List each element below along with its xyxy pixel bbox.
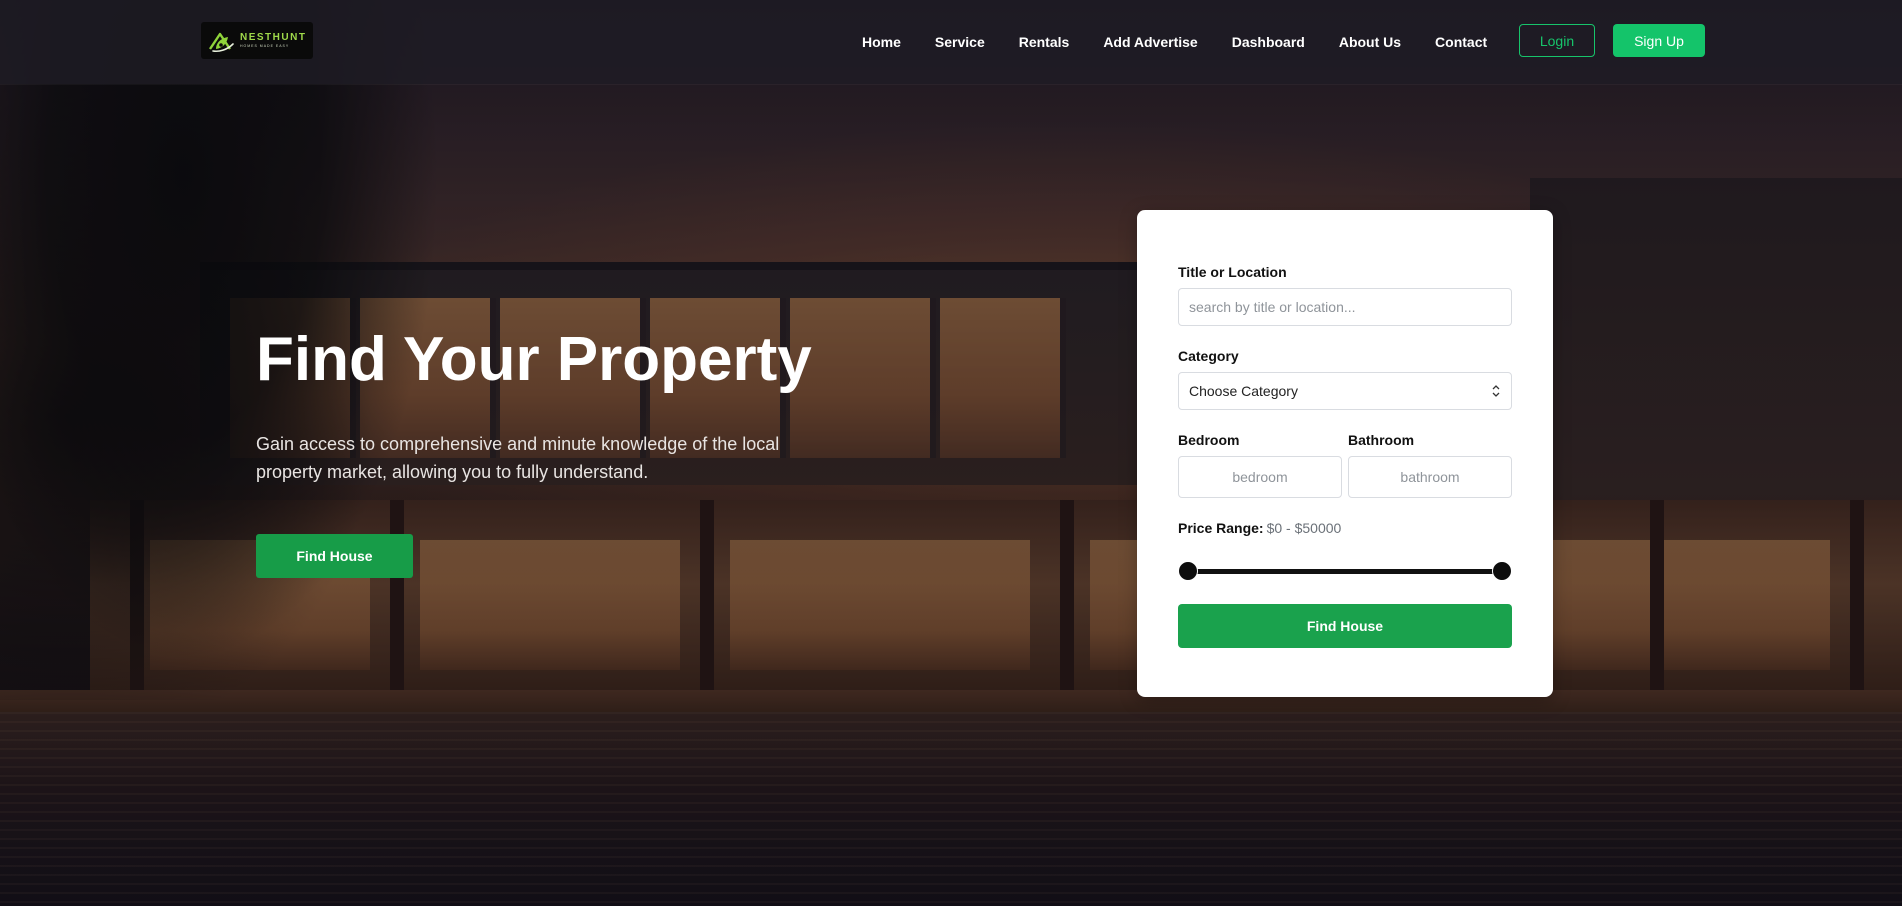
login-button[interactable]: Login [1519, 24, 1595, 57]
price-range-value: $0 - $50000 [1266, 520, 1342, 536]
bedroom-input[interactable] [1178, 456, 1342, 498]
bathroom-label: Bathroom [1348, 432, 1415, 448]
bedroom-label: Bedroom [1178, 432, 1240, 448]
hero-title: Find Your Property [256, 325, 812, 394]
nav-about-us[interactable]: About Us [1339, 34, 1401, 50]
main-nav: Home Service Rentals Add Advertise Dashb… [845, 0, 1504, 84]
price-range-slider[interactable] [1178, 560, 1512, 582]
signup-button[interactable]: Sign Up [1613, 24, 1705, 57]
price-range-row: Price Range: $0 - $50000 [1178, 520, 1341, 536]
nav-service[interactable]: Service [935, 34, 985, 50]
hero-description: Gain access to comprehensive and minute … [256, 434, 780, 482]
chevron-up-down-icon [1492, 385, 1500, 397]
price-range-label: Price Range: [1178, 520, 1264, 536]
category-selected-value: Choose Category [1189, 383, 1298, 399]
bathroom-input[interactable] [1348, 456, 1512, 498]
logo-tagline: HOMES MADE EASY [240, 43, 290, 48]
hero-find-house-button[interactable]: Find House [256, 534, 413, 578]
logo-name: NESTHUNT [240, 31, 307, 43]
nav-dashboard[interactable]: Dashboard [1232, 34, 1305, 50]
house-leaf-logo-icon [209, 32, 234, 52]
nav-contact[interactable]: Contact [1435, 34, 1487, 50]
nav-add-advertise[interactable]: Add Advertise [1103, 34, 1197, 50]
search-find-house-button[interactable]: Find House [1178, 604, 1512, 648]
slider-min-handle[interactable] [1178, 561, 1198, 581]
landing-page: NESTHUNT HOMES MADE EASY Home Service Re… [0, 0, 1902, 906]
top-navbar: NESTHUNT HOMES MADE EASY Home Service Re… [0, 0, 1902, 84]
title-location-input[interactable] [1178, 288, 1512, 326]
slider-max-handle[interactable] [1492, 561, 1512, 581]
nav-home[interactable]: Home [862, 34, 901, 50]
nav-rentals[interactable]: Rentals [1019, 34, 1070, 50]
category-label: Category [1178, 348, 1239, 364]
slider-selected-range [1188, 569, 1502, 574]
property-search-card: Title or Location Category Choose Catego… [1137, 210, 1553, 697]
brand-logo[interactable]: NESTHUNT HOMES MADE EASY [201, 22, 313, 59]
category-select[interactable]: Choose Category [1178, 372, 1512, 410]
title-location-label: Title or Location [1178, 264, 1287, 280]
